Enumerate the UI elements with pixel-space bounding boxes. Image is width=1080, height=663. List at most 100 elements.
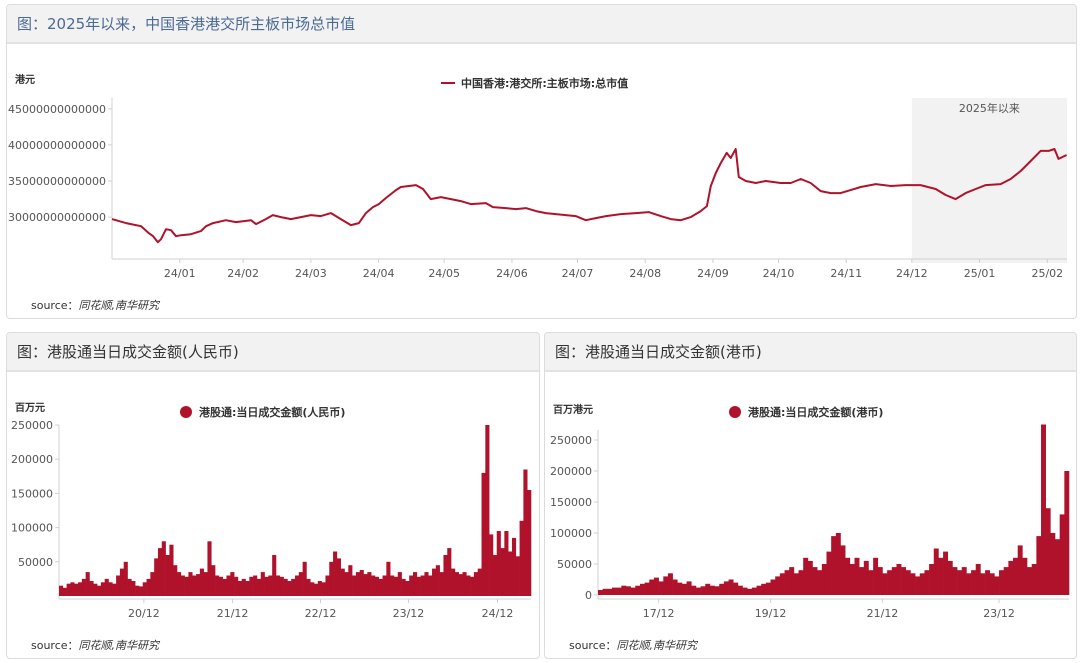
bar	[108, 582, 113, 596]
bar	[496, 531, 501, 596]
bar	[1036, 536, 1042, 595]
bar	[272, 555, 277, 596]
y-axis-unit: 百万港元	[553, 403, 593, 416]
bar	[329, 561, 334, 596]
bar	[363, 574, 368, 596]
bar	[807, 560, 813, 595]
y-tick-label: 40000000000000	[8, 139, 106, 152]
bar	[352, 575, 357, 596]
bar	[473, 572, 479, 596]
x-tick-label: 24/05	[428, 267, 460, 280]
x-tick-label: 25/02	[1031, 267, 1063, 280]
bar	[226, 575, 231, 596]
bar	[184, 576, 189, 596]
x-tick-label: 24/06	[496, 267, 528, 280]
bar	[397, 572, 402, 596]
bar	[161, 541, 166, 596]
bar	[957, 570, 963, 595]
bar	[910, 573, 916, 595]
bar	[154, 558, 159, 596]
bar	[929, 564, 935, 595]
bar	[840, 545, 846, 595]
bar	[714, 586, 720, 595]
bar	[709, 585, 715, 595]
bar	[138, 586, 144, 596]
bar	[97, 585, 102, 596]
bar	[644, 582, 650, 595]
bar	[81, 578, 86, 596]
bar	[952, 567, 958, 595]
bar	[291, 578, 296, 596]
bar	[439, 572, 444, 596]
bar	[1055, 539, 1060, 595]
bar	[489, 534, 494, 596]
bar	[283, 578, 288, 596]
y-tick-label: 200000	[11, 453, 53, 466]
bar	[420, 575, 425, 596]
bar	[116, 575, 121, 596]
source-text: 同花顺,南华研究	[78, 299, 160, 312]
bar	[523, 469, 528, 596]
legend-swatch	[180, 406, 192, 418]
bar	[793, 573, 799, 595]
bar	[691, 585, 697, 595]
bar	[378, 578, 383, 596]
bar	[975, 564, 981, 595]
y-tick-label: 30000000000000	[8, 211, 106, 224]
bar	[492, 555, 498, 596]
bar	[135, 585, 140, 596]
bar	[340, 568, 345, 596]
bar	[393, 576, 399, 596]
bar	[821, 564, 827, 595]
bar	[508, 551, 513, 596]
bar	[989, 573, 995, 595]
southbound-rmb-bar-chart: 百万元 港股通:当日成交金额(人民币) 50000 100000 150000 20000…	[11, 402, 532, 620]
bar	[728, 579, 734, 595]
bar	[477, 568, 482, 596]
bar	[314, 583, 319, 596]
bar	[405, 581, 410, 596]
bar	[733, 582, 739, 595]
bar	[409, 575, 414, 596]
bar	[367, 572, 372, 596]
source-note: source：同花顺,南华研究	[569, 637, 697, 653]
bar	[943, 551, 949, 595]
bar	[188, 572, 193, 596]
x-tick-label: 17/12	[643, 607, 675, 620]
bar	[146, 578, 151, 596]
bar	[306, 578, 311, 596]
x-tick-label: 21/12	[217, 607, 249, 620]
bar	[621, 585, 627, 595]
bar	[336, 558, 341, 596]
bar	[428, 575, 433, 596]
bar	[215, 575, 220, 596]
bar	[66, 583, 71, 596]
bar	[803, 557, 809, 595]
bar	[812, 567, 818, 595]
bar	[447, 548, 452, 596]
bar	[458, 574, 463, 596]
y-tick-label: 0	[585, 589, 592, 602]
bar	[971, 570, 977, 595]
bar	[249, 576, 254, 596]
bar	[649, 579, 655, 595]
bar	[260, 572, 265, 596]
bar	[625, 586, 631, 595]
bar	[658, 581, 664, 595]
x-tick-label: 23/12	[393, 607, 425, 620]
bar	[1022, 557, 1028, 595]
bar	[500, 548, 505, 596]
bar	[70, 582, 75, 596]
x-tick-label: 24/12	[482, 607, 514, 620]
x-tick-label: 24/11	[830, 267, 862, 280]
bar	[719, 583, 725, 595]
bar	[275, 575, 281, 596]
bar	[779, 573, 785, 595]
bar	[938, 557, 944, 595]
bar	[207, 541, 212, 596]
x-tick-label: 20/12	[128, 607, 160, 620]
bar	[359, 570, 364, 596]
bar	[1031, 564, 1037, 595]
x-tick-label: 22/12	[305, 607, 337, 620]
bar	[268, 575, 273, 596]
